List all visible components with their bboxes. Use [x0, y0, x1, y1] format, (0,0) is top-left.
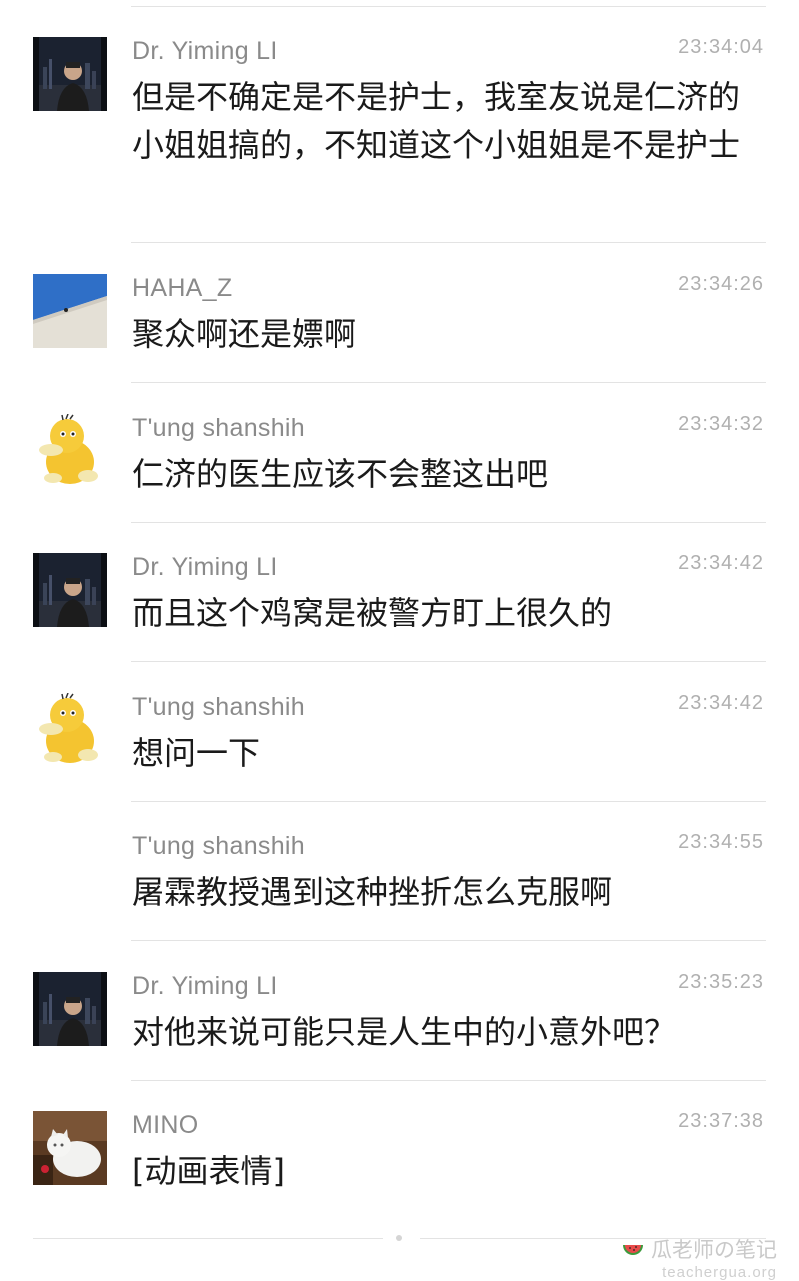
message-time: 23:34:55	[678, 831, 764, 853]
message-text: [动画表情]	[132, 1152, 285, 1190]
message-time: 23:37:38	[678, 1110, 764, 1132]
message-text: 想问一下	[132, 734, 261, 772]
message-item: Dr. Yiming LI 23:35:23 对他来说可能只是人生中的小意外吧？	[0, 941, 799, 1081]
message-text: 屠霖教授遇到这种挫折怎么克服啊	[132, 873, 613, 911]
message-item: T'ung shanshih 23:34:55 屠霖教授遇到这种挫折怎么克服啊	[0, 801, 799, 941]
message-text: 聚众啊还是嫖啊	[132, 315, 357, 353]
sender-name: Dr. Yiming LI	[132, 37, 278, 65]
footer-divider	[33, 1238, 383, 1239]
footer-dot	[396, 1235, 402, 1241]
message-item: T'ung shanshih 23:34:32 仁济的医生应该不会整这出吧	[0, 383, 799, 523]
message-time: 23:34:26	[678, 273, 764, 295]
sender-name: MINO	[132, 1111, 199, 1139]
watermark: 瓜老师の笔记 teachergua.org	[621, 1234, 777, 1281]
message-item: MINO 23:37:38 [动画表情]	[0, 1080, 799, 1220]
message-item: Dr. Yiming LI 23:34:42 而且这个鸡窝是被警方盯上很久的	[0, 522, 799, 662]
avatar[interactable]	[33, 414, 107, 488]
message-item: HAHA_Z 23:34:26 聚众啊还是嫖啊	[0, 243, 799, 383]
message-text: 而且这个鸡窝是被警方盯上很久的	[132, 594, 613, 632]
sender-name: Dr. Yiming LI	[132, 553, 278, 581]
message-item: Dr. Yiming LI 23:34:04 但是不确定是不是护士，我室友说是仁…	[0, 0, 799, 245]
message-text: 但是不确定是不是护士，我室友说是仁济的小姐姐搞的，不知道这个小姐姐是不是护士	[132, 78, 741, 164]
avatar[interactable]	[33, 693, 107, 767]
message-time: 23:35:23	[678, 971, 764, 993]
message-time: 23:34:42	[678, 692, 764, 714]
watermark-title: 瓜老师の笔记	[651, 1238, 777, 1262]
avatar[interactable]	[33, 1111, 107, 1185]
sender-name: HAHA_Z	[132, 274, 233, 302]
avatar[interactable]	[33, 274, 107, 348]
message-time: 23:34:32	[678, 413, 764, 435]
sender-name: Dr. Yiming LI	[132, 972, 278, 1000]
avatar[interactable]	[33, 972, 107, 1046]
watermelon-icon	[623, 1245, 643, 1255]
message-time: 23:34:04	[678, 36, 764, 58]
sender-name: T'ung shanshih	[132, 832, 305, 860]
message-text: 对他来说可能只是人生中的小意外吧？	[132, 1013, 677, 1051]
sender-name: T'ung shanshih	[132, 693, 305, 721]
sender-name: T'ung shanshih	[132, 414, 305, 442]
watermark-url: teachergua.org	[662, 1264, 777, 1281]
message-item: T'ung shanshih 23:34:42 想问一下	[0, 662, 799, 802]
message-time: 23:34:42	[678, 552, 764, 574]
message-text: 仁济的医生应该不会整这出吧	[132, 455, 549, 493]
avatar[interactable]	[33, 37, 107, 111]
avatar[interactable]	[33, 553, 107, 627]
